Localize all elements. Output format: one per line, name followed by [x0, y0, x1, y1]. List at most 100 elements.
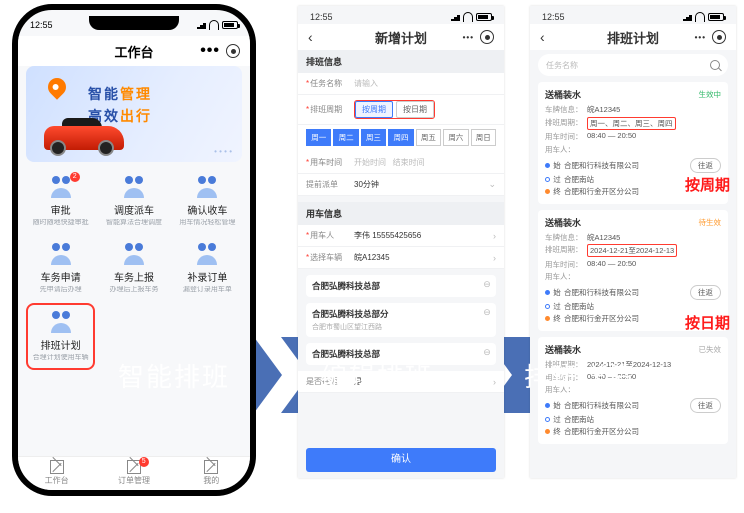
label-interval: 提前派单	[306, 179, 354, 190]
row-task-name[interactable]: 任务名称 请输入	[298, 73, 504, 95]
feature-2[interactable]: 确认收车 用车情况轻松管理	[173, 170, 242, 233]
people-icon: 2	[46, 176, 76, 198]
plan-list-body: 任务名称 送桶装水生效中 车牌信息：皖A12345 排班周期：周一、周二、周三、…	[530, 50, 736, 478]
annotation-by-cycle: 按周期	[685, 174, 730, 195]
navbar-new-plan: ‹ 新增计划 •••	[298, 24, 504, 50]
stop-1[interactable]: 合肥弘腾科技总部分合肥市蜀山区望江西路⊖	[306, 303, 496, 337]
feature-sub: 智能算法合理调度	[101, 219, 166, 227]
status-time: 12:55	[30, 20, 53, 30]
weekday-0[interactable]: 周一	[306, 129, 331, 146]
label-time: 用车时间	[306, 157, 354, 168]
more-icon[interactable]: •••	[200, 42, 220, 60]
opt-by-cycle[interactable]: 按周期	[355, 101, 393, 118]
card-time: 08:40 — 20:50	[587, 259, 636, 270]
roundtrip-pill[interactable]: 往返	[690, 158, 721, 173]
confirm-button[interactable]: 确认	[306, 448, 496, 472]
opt-by-date[interactable]: 按日期	[396, 101, 434, 118]
row-cycle: 排班周期 按周期 按日期	[298, 95, 504, 125]
weekday-4[interactable]: 周五	[416, 129, 441, 146]
capsule-close-icon[interactable]	[712, 30, 726, 44]
wifi-icon	[695, 12, 705, 22]
feature-name: 调度派车	[101, 202, 166, 217]
input-start-time[interactable]: 开始时间	[354, 158, 386, 167]
chevron-down-icon: ⌄	[488, 179, 496, 190]
navbar-plan-list: ‹ 排班计划 •••	[530, 24, 736, 50]
status-bar: 12:55	[530, 8, 736, 26]
feature-4[interactable]: 车务上报 办理后上报车务	[99, 237, 168, 300]
chevron-right-icon: ›	[493, 231, 496, 241]
label-cycle: 排班周期	[306, 104, 354, 115]
label-person: 用车人	[306, 230, 354, 241]
stop-0[interactable]: 合肥弘腾科技总部⊖	[306, 275, 496, 297]
weekday-2[interactable]: 周三	[361, 129, 386, 146]
feature-3[interactable]: 车务申请 先申请后办理	[26, 237, 95, 300]
weekday-3[interactable]: 周四	[388, 129, 413, 146]
phone-workbench: 12:55 工作台 ••• 智能管理 高效出行 • • • • 2 审批 随时	[12, 4, 256, 496]
feature-sub: 随时随地快捷审批	[28, 219, 93, 227]
annotation-by-date: 按日期	[685, 312, 730, 333]
new-plan-body: 排班信息 任务名称 请输入 排班周期 按周期 按日期 周一周二周三周四周五周六周…	[298, 50, 504, 478]
row-vehicle[interactable]: 选择车辆 皖A12345 ›	[298, 247, 504, 269]
row-person[interactable]: 用车人 李伟 15555425656 ›	[298, 225, 504, 247]
delete-icon[interactable]: ⊖	[482, 307, 492, 317]
section-vehicle-info: 用车信息	[298, 202, 504, 225]
status-bar: 12:55	[298, 8, 504, 26]
flow-label-2: 编辑排班	[321, 357, 445, 394]
feature-sub: 先申请后办理	[28, 286, 93, 294]
people-icon	[119, 176, 149, 198]
status-badge: 待生效	[699, 217, 722, 228]
weekday-6[interactable]: 周日	[471, 129, 496, 146]
status-badge: 已失效	[699, 344, 722, 355]
row-time-range[interactable]: 用车时间 开始时间 结束时间	[298, 152, 504, 174]
input-task-name[interactable]: 请输入	[354, 78, 496, 89]
tab-icon	[50, 460, 64, 474]
flow-step-3: 排班详情	[484, 337, 688, 413]
search-placeholder: 任务名称	[546, 60, 578, 71]
banner[interactable]: 智能管理 高效出行 • • • •	[26, 66, 242, 162]
weekday-5[interactable]: 周六	[443, 129, 468, 146]
roundtrip-pill[interactable]: 往返	[690, 398, 721, 413]
badge: 5	[139, 457, 149, 467]
tab-0[interactable]: 工作台	[18, 457, 95, 490]
people-icon	[192, 176, 222, 198]
flow-step-2: 编辑排班	[281, 337, 485, 413]
back-icon[interactable]: ‹	[540, 29, 545, 45]
row-interval[interactable]: 提前派单 30分钟 ⌄	[298, 174, 504, 196]
feature-1[interactable]: 调度派车 智能算法合理调度	[99, 170, 168, 233]
weekday-1[interactable]: 周二	[333, 129, 358, 146]
card-title: 送桶装水	[545, 216, 581, 229]
status-badge: 生效中	[699, 89, 722, 100]
signal-icon	[194, 21, 206, 29]
stop-name: 合肥弘腾科技总部	[312, 280, 490, 292]
card-vehicle: 皖A12345	[587, 104, 620, 115]
wifi-icon	[463, 12, 473, 22]
input-end-time[interactable]: 结束时间	[393, 158, 425, 167]
feature-5[interactable]: 补录订单 漏登订录用车单	[173, 237, 242, 300]
feature-sub: 漏登订录用车单	[175, 286, 240, 294]
roundtrip-pill[interactable]: 往返	[690, 285, 721, 300]
feature-0[interactable]: 2 审批 随时随地快捷审批	[26, 170, 95, 233]
flow-step-1: 智能排班	[78, 337, 282, 413]
segment-cycle: 按周期 按日期	[354, 100, 435, 119]
signal-icon	[680, 13, 692, 21]
tab-icon	[204, 460, 218, 474]
capsule-close-icon[interactable]	[480, 30, 494, 44]
tab-label: 我的	[173, 475, 250, 486]
banner-text-1b: 管理	[120, 86, 152, 102]
tab-1[interactable]: 订单管理5	[95, 457, 172, 490]
card-cycle: 周一、周二、周三、周四	[587, 117, 676, 130]
value-vehicle: 皖A12345	[354, 252, 493, 263]
capsule-close-icon[interactable]	[226, 44, 240, 58]
more-icon[interactable]: •••	[463, 33, 474, 42]
status-time: 12:55	[542, 12, 565, 22]
more-icon[interactable]: •••	[695, 33, 706, 42]
pin-icon	[44, 74, 69, 99]
flow-label-3: 排班详情	[524, 357, 648, 394]
section-schedule-info: 排班信息	[298, 50, 504, 73]
back-icon[interactable]: ‹	[308, 29, 313, 45]
search-input[interactable]: 任务名称	[538, 54, 728, 76]
flow-label-1: 智能排班	[118, 357, 242, 394]
delete-icon[interactable]: ⊖	[482, 279, 492, 289]
signal-icon	[448, 13, 460, 21]
tab-2[interactable]: 我的	[173, 457, 250, 490]
